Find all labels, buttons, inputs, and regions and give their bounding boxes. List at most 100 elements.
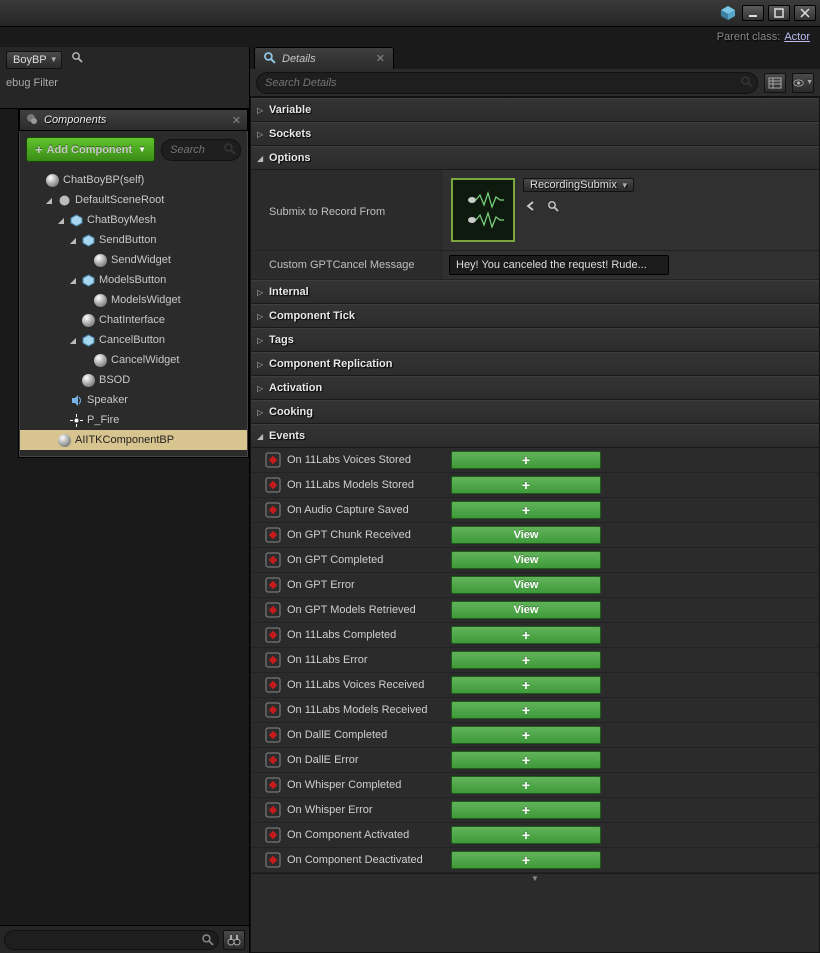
- expand-arrow-icon[interactable]: ◢: [68, 236, 78, 245]
- search-icon[interactable]: [740, 75, 753, 91]
- component-label: ModelsWidget: [111, 294, 181, 306]
- component-tree-item[interactable]: SendWidget: [20, 250, 247, 270]
- minimize-button[interactable]: [742, 5, 764, 21]
- component-tree-item[interactable]: ModelsWidget: [20, 290, 247, 310]
- expand-arrow-icon[interactable]: ◢: [68, 276, 78, 285]
- back-arrow-icon[interactable]: [523, 198, 539, 214]
- component-tree-item[interactable]: ChatInterface: [20, 310, 247, 330]
- component-tree-item[interactable]: BSOD: [20, 370, 247, 390]
- event-row: On DallE Error: [251, 748, 819, 773]
- event-add-button[interactable]: [451, 626, 601, 644]
- maximize-button[interactable]: [768, 5, 790, 21]
- details-tab[interactable]: Details ✕: [254, 47, 394, 69]
- component-tree-item[interactable]: ◢ CancelButton: [20, 330, 247, 350]
- category-header[interactable]: ▷Component Replication: [251, 352, 819, 376]
- submix-combobox[interactable]: RecordingSubmix: [523, 178, 634, 192]
- components-panel-header[interactable]: Components ✕: [19, 109, 248, 131]
- event-add-button[interactable]: [451, 676, 601, 694]
- event-add-button[interactable]: [451, 726, 601, 744]
- category-label: Events: [269, 430, 305, 442]
- event-row: On Component Deactivated: [251, 848, 819, 873]
- event-add-button[interactable]: [451, 451, 601, 469]
- category-header[interactable]: ▷Activation: [251, 376, 819, 400]
- close-icon[interactable]: ✕: [376, 52, 385, 65]
- bottom-search-bar: [0, 925, 249, 953]
- event-label: On Component Activated: [287, 829, 445, 841]
- category-header[interactable]: ▷Component Tick: [251, 304, 819, 328]
- event-row: On GPT Completed View: [251, 548, 819, 573]
- chevron-icon: ▷: [257, 288, 265, 297]
- binoculars-button[interactable]: [223, 930, 245, 950]
- category-header[interactable]: ▷Variable: [251, 98, 819, 122]
- chevron-icon: ▷: [257, 106, 265, 115]
- event-add-button[interactable]: [451, 826, 601, 844]
- close-button[interactable]: [794, 5, 816, 21]
- asset-thumbnail[interactable]: [451, 178, 515, 242]
- component-tree-item[interactable]: P_Fire: [20, 410, 247, 430]
- event-label: On Whisper Error: [287, 804, 445, 816]
- event-view-button[interactable]: View: [451, 551, 601, 569]
- expand-arrow-icon[interactable]: ◢: [68, 336, 78, 345]
- search-icon[interactable]: [71, 51, 83, 66]
- component-tree-item[interactable]: CancelWidget: [20, 350, 247, 370]
- blueprint-dropdown[interactable]: BoyBP: [6, 51, 62, 69]
- components-panel-title: Components: [44, 114, 226, 126]
- expand-notch[interactable]: [251, 873, 819, 883]
- component-tree-item[interactable]: ChatBoyBP(self): [20, 170, 247, 190]
- scene-icon: [58, 194, 71, 207]
- event-label: On Audio Capture Saved: [287, 504, 445, 516]
- event-row: On Whisper Completed: [251, 773, 819, 798]
- expand-arrow-icon[interactable]: ◢: [44, 196, 54, 205]
- event-add-button[interactable]: [451, 851, 601, 869]
- category-header[interactable]: ▷Internal: [251, 280, 819, 304]
- event-delegate-icon: [265, 727, 281, 743]
- category-label: Sockets: [269, 128, 311, 140]
- category-header[interactable]: ▷Sockets: [251, 122, 819, 146]
- component-tree-item[interactable]: ◢ChatBoyMesh: [20, 210, 247, 230]
- property-matrix-button[interactable]: [764, 73, 786, 93]
- event-add-button[interactable]: [451, 801, 601, 819]
- component-tree-item[interactable]: Speaker: [20, 390, 247, 410]
- component-tree-item[interactable]: AIITKComponentBP: [20, 430, 247, 450]
- search-icon[interactable]: [223, 142, 236, 158]
- debug-filter-label: ebug Filter: [6, 77, 243, 89]
- event-label: On GPT Completed: [287, 554, 445, 566]
- event-add-button[interactable]: [451, 751, 601, 769]
- event-row: On 11Labs Models Stored: [251, 473, 819, 498]
- component-label: CancelButton: [99, 334, 165, 346]
- category-label: Activation: [269, 382, 322, 394]
- event-view-button[interactable]: View: [451, 526, 601, 544]
- category-header[interactable]: ▷Cooking: [251, 400, 819, 424]
- event-row: On DallE Completed: [251, 723, 819, 748]
- event-add-button[interactable]: [451, 651, 601, 669]
- view-options-button[interactable]: [792, 73, 814, 93]
- event-view-button[interactable]: View: [451, 576, 601, 594]
- bottom-search-input[interactable]: [4, 930, 219, 950]
- expand-arrow-icon[interactable]: ◢: [56, 216, 66, 225]
- event-label: On 11Labs Error: [287, 654, 445, 666]
- details-search-input[interactable]: [256, 72, 758, 94]
- category-header[interactable]: ◢Options: [251, 146, 819, 170]
- component-tree-item[interactable]: ◢ModelsButton: [20, 270, 247, 290]
- search-icon[interactable]: [201, 933, 214, 949]
- cancel-message-input[interactable]: [449, 255, 669, 275]
- add-component-button[interactable]: +Add Component: [26, 137, 155, 162]
- event-add-button[interactable]: [451, 776, 601, 794]
- category-label: Component Tick: [269, 310, 355, 322]
- component-label: SendWidget: [111, 254, 171, 266]
- event-delegate-icon: [265, 627, 281, 643]
- parent-class-link[interactable]: Actor: [784, 31, 810, 43]
- event-view-button[interactable]: View: [451, 601, 601, 619]
- event-add-button[interactable]: [451, 476, 601, 494]
- event-label: On 11Labs Voices Received: [287, 679, 445, 691]
- component-tree-item[interactable]: ◢SendButton: [20, 230, 247, 250]
- event-add-button[interactable]: [451, 701, 601, 719]
- component-tree-item[interactable]: ◢DefaultSceneRoot: [20, 190, 247, 210]
- event-add-button[interactable]: [451, 501, 601, 519]
- event-row: On GPT Chunk ReceivedView: [251, 523, 819, 548]
- close-icon[interactable]: ✕: [232, 114, 241, 127]
- category-header[interactable]: ◢Events: [251, 424, 819, 448]
- search-icon[interactable]: [545, 198, 561, 214]
- category-header[interactable]: ▷Tags: [251, 328, 819, 352]
- event-delegate-icon: [265, 777, 281, 793]
